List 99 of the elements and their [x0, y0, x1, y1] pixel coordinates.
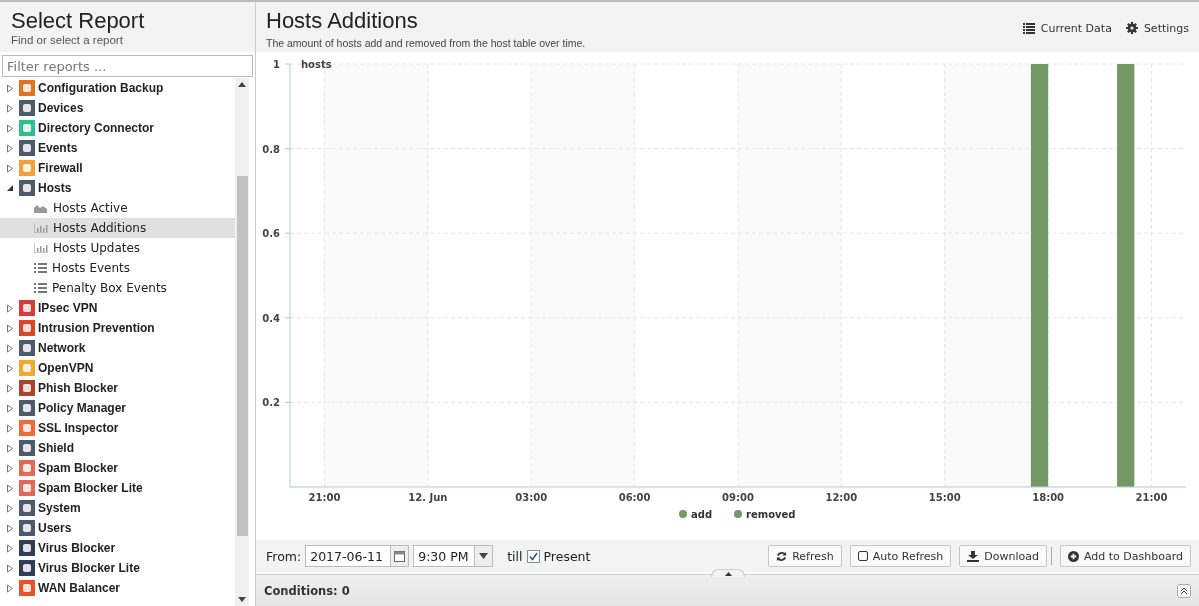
collapse-arrow-icon[interactable] [6, 183, 14, 193]
add-circle-icon [1068, 550, 1079, 562]
tree-item[interactable]: Users [0, 518, 235, 538]
scroll-up-icon[interactable] [238, 82, 246, 87]
caret-down-icon [479, 553, 489, 559]
current-data-button[interactable]: Current Data [1022, 20, 1112, 36]
calendar-icon[interactable] [394, 550, 406, 562]
from-label: From: [266, 548, 302, 564]
x-tick-label: 09:00 [722, 492, 754, 503]
list-icon [34, 263, 47, 273]
present-label: Present [543, 548, 591, 564]
legend-label[interactable]: add [691, 509, 713, 520]
expand-arrow-icon[interactable] [6, 583, 14, 593]
report-description: The amount of hosts add and removed from the host table over time. [266, 37, 586, 49]
tree-item[interactable]: Hosts [0, 178, 235, 198]
report-title: Hosts Additions [266, 8, 419, 34]
tree-item[interactable]: Virus Blocker [0, 538, 235, 558]
x-tick-label: 21:00 [1135, 492, 1168, 503]
bar-chart-icon [34, 243, 48, 253]
settings-button[interactable]: Settings [1125, 20, 1189, 36]
tree-item[interactable]: Hosts Additions [0, 218, 235, 238]
expand-arrow-icon[interactable] [6, 563, 14, 573]
expand-arrow-icon[interactable] [6, 483, 14, 493]
tree-item[interactable]: Firewall [0, 158, 235, 178]
tree-item[interactable]: OpenVPN [0, 358, 235, 378]
tree-item[interactable]: Shield [0, 438, 235, 458]
x-tick-label: 06:00 [618, 492, 651, 503]
filter-field[interactable]: Filter reports ... [2, 55, 253, 77]
expand-arrow-icon[interactable] [6, 143, 14, 153]
x-tick-label: 03:00 [515, 492, 548, 503]
y-tick-label: 0.8 [262, 143, 280, 155]
area-chart-icon [34, 203, 48, 213]
tree-item[interactable]: System [0, 498, 235, 518]
add-to-dashboard-button[interactable]: Add to Dashboard [1060, 545, 1191, 567]
bar-chart-icon [34, 223, 48, 233]
tree-item[interactable]: Virus Blocker Lite [0, 558, 235, 578]
expand-arrow-icon[interactable] [6, 543, 14, 553]
expand-arrow-icon[interactable] [6, 323, 14, 333]
expand-arrow-icon[interactable] [6, 443, 14, 453]
expand-arrow-icon[interactable] [6, 363, 14, 373]
expand-arrow-icon[interactable] [6, 83, 14, 93]
expand-arrow-icon[interactable] [6, 423, 14, 433]
checkbox-icon[interactable] [857, 551, 868, 561]
tree-item[interactable]: Devices [0, 98, 235, 118]
expand-arrow-icon[interactable] [6, 303, 14, 313]
download-icon [967, 550, 980, 562]
x-tick-label: 15:00 [928, 492, 961, 503]
conditions-label: Conditions: 0 [264, 583, 350, 598]
tree-item[interactable]: Intrusion Prevention [0, 318, 235, 338]
y-tick-label: 0.2 [262, 397, 280, 409]
tree-item[interactable]: Hosts Events [0, 258, 235, 278]
tree-item[interactable]: Events [0, 138, 235, 158]
expand-arrow-icon[interactable] [6, 383, 14, 393]
tree-item[interactable]: Directory Connector [0, 118, 235, 138]
date-field[interactable]: 2017-06-11 [305, 545, 410, 567]
time-select[interactable]: 9:30 PM [413, 545, 494, 567]
scrollbar[interactable] [235, 78, 249, 606]
sidebar-subtitle: Find or select a report [11, 34, 124, 46]
present-checkbox[interactable] [526, 549, 540, 563]
auto-refresh-button[interactable]: Auto Refresh [849, 545, 952, 567]
tree-item[interactable]: Configuration Backup [0, 78, 235, 98]
expand-arrow-icon[interactable] [6, 503, 14, 513]
x-tick-label: 12. Jun [408, 492, 448, 503]
download-button[interactable]: Download [959, 545, 1047, 567]
tree-item[interactable]: Hosts Active [0, 198, 235, 218]
settings-icon [1125, 22, 1138, 34]
y-axis-title: hosts [301, 59, 332, 70]
tree-item[interactable]: Network [0, 338, 235, 358]
y-tick-label: 1 [273, 59, 280, 70]
expand-arrow-icon[interactable] [6, 523, 14, 533]
tree-item[interactable]: WAN Balancer [0, 578, 235, 598]
list-icon [1022, 22, 1035, 34]
expand-arrow-icon[interactable] [6, 343, 14, 353]
scroll-down-icon[interactable] [238, 597, 246, 602]
tree-item[interactable]: Policy Manager [0, 398, 235, 418]
tree-item[interactable]: Penalty Box Events [0, 278, 235, 298]
tree-item[interactable]: Spam Blocker Lite [0, 478, 235, 498]
tree-item[interactable]: IPsec VPN [0, 298, 235, 318]
y-tick-label: 0.6 [262, 228, 280, 240]
tree-item[interactable]: Phish Blocker [0, 378, 235, 398]
x-tick-label: 18:00 [1032, 492, 1065, 503]
tree-item[interactable]: Hosts Updates [0, 238, 235, 258]
expand-arrow-icon[interactable] [6, 123, 14, 133]
x-tick-label: 12:00 [825, 492, 858, 503]
list-icon [34, 283, 47, 293]
tree-item[interactable]: SSL Inspector [0, 418, 235, 438]
expand-arrow-icon[interactable] [6, 103, 14, 113]
x-tick-label: 21:00 [308, 492, 341, 503]
tree-item[interactable]: Spam Blocker [0, 458, 235, 478]
legend-label[interactable]: removed [746, 509, 796, 520]
refresh-icon [776, 550, 788, 562]
refresh-button[interactable]: Refresh [768, 545, 842, 567]
expand-arrow-icon[interactable] [6, 463, 14, 473]
till-label: till [507, 548, 523, 564]
expand-arrow-icon[interactable] [6, 163, 14, 173]
y-tick-label: 0.4 [262, 312, 280, 324]
collapse-up-icon[interactable] [1177, 583, 1191, 598]
sidebar-title: Select Report [11, 8, 146, 34]
expand-arrow-icon[interactable] [6, 403, 14, 413]
